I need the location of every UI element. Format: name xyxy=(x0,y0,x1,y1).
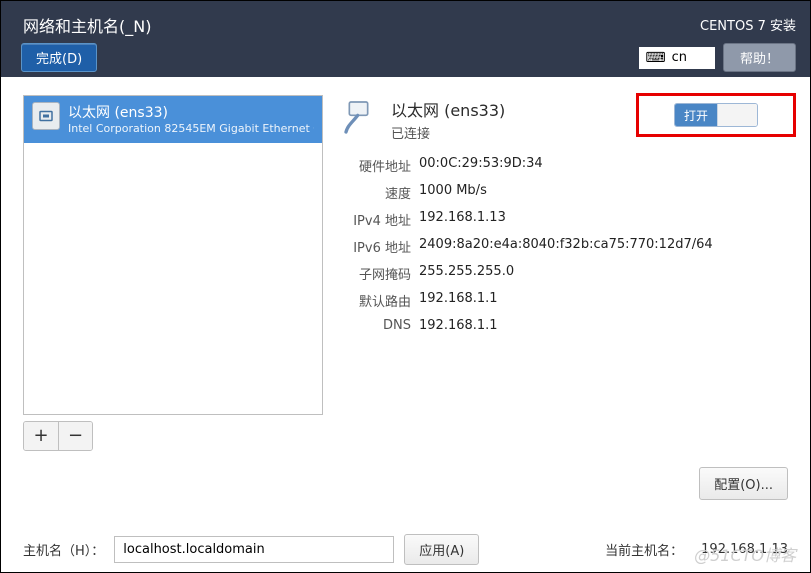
detail-value: 192.168.1.1 xyxy=(419,318,498,333)
help-button[interactable]: 帮助！ xyxy=(723,43,796,72)
ethernet-icon xyxy=(32,102,60,130)
device-list-item[interactable]: 以太网 (ens33) Intel Corporation 82545EM Gi… xyxy=(24,96,322,143)
detail-label: DNS xyxy=(341,318,411,333)
page-title: 网络和主机名(_N) xyxy=(15,9,159,41)
toggle-on-label: 打开 xyxy=(675,104,717,126)
device-add-remove: + − xyxy=(23,421,93,451)
device-list: 以太网 (ens33) Intel Corporation 82545EM Gi… xyxy=(23,95,323,415)
detail-value: 1000 Mb/s xyxy=(419,183,487,202)
detail-label: 默认路由 xyxy=(341,291,411,310)
apply-hostname-button[interactable]: 应用(A) xyxy=(404,534,479,565)
remove-device-button[interactable]: − xyxy=(58,422,92,450)
detail-value: 192.168.1.1 xyxy=(419,291,498,310)
detail-label: 硬件地址 xyxy=(341,156,411,175)
toggle-handle xyxy=(717,104,757,126)
done-button[interactable]: 完成(D) xyxy=(21,43,97,72)
detail-value: 192.168.1.13 xyxy=(419,210,506,229)
configure-button[interactable]: 配置(O)... xyxy=(699,467,788,500)
keyboard-layout-indicator[interactable]: ⌨ cn xyxy=(639,47,715,69)
interface-status: 已连接 xyxy=(391,123,505,142)
interface-title: 以太网 (ens33) xyxy=(391,97,505,121)
detail-value: 255.255.255.0 xyxy=(419,264,514,283)
device-subtitle: Intel Corporation 82545EM Gigabit Ethern… xyxy=(68,122,314,135)
hostname-input[interactable] xyxy=(114,536,394,563)
keyboard-icon: ⌨ xyxy=(645,50,665,66)
installer-label: CENTOS 7 安装 xyxy=(700,9,796,34)
interface-details: 硬件地址 00:0C:29:53:9D:34 速度 1000 Mb/s IPv4 地… xyxy=(341,156,788,333)
detail-label: 速度 xyxy=(341,183,411,202)
watermark: @51CTO博客 xyxy=(694,542,796,566)
current-hostname-label: 当前主机名： xyxy=(605,540,683,559)
detail-label: IPv4 地址 xyxy=(341,210,411,229)
ethernet-large-icon xyxy=(341,97,381,137)
detail-value: 00:0C:29:53:9D:34 xyxy=(419,156,543,175)
toggle-highlight: 打开 xyxy=(636,93,796,137)
detail-value: 2409:8a20:e4a:8040:f32b:ca75:770:12d7/64 xyxy=(419,237,713,256)
detail-label: 子网掩码 xyxy=(341,264,411,283)
detail-label: IPv6 地址 xyxy=(341,237,411,256)
device-title: 以太网 (ens33) xyxy=(68,102,314,122)
hostname-label: 主机名（H）： xyxy=(23,540,104,559)
keyboard-layout-label: cn xyxy=(672,50,687,65)
add-device-button[interactable]: + xyxy=(24,422,58,450)
connection-toggle[interactable]: 打开 xyxy=(674,103,758,127)
